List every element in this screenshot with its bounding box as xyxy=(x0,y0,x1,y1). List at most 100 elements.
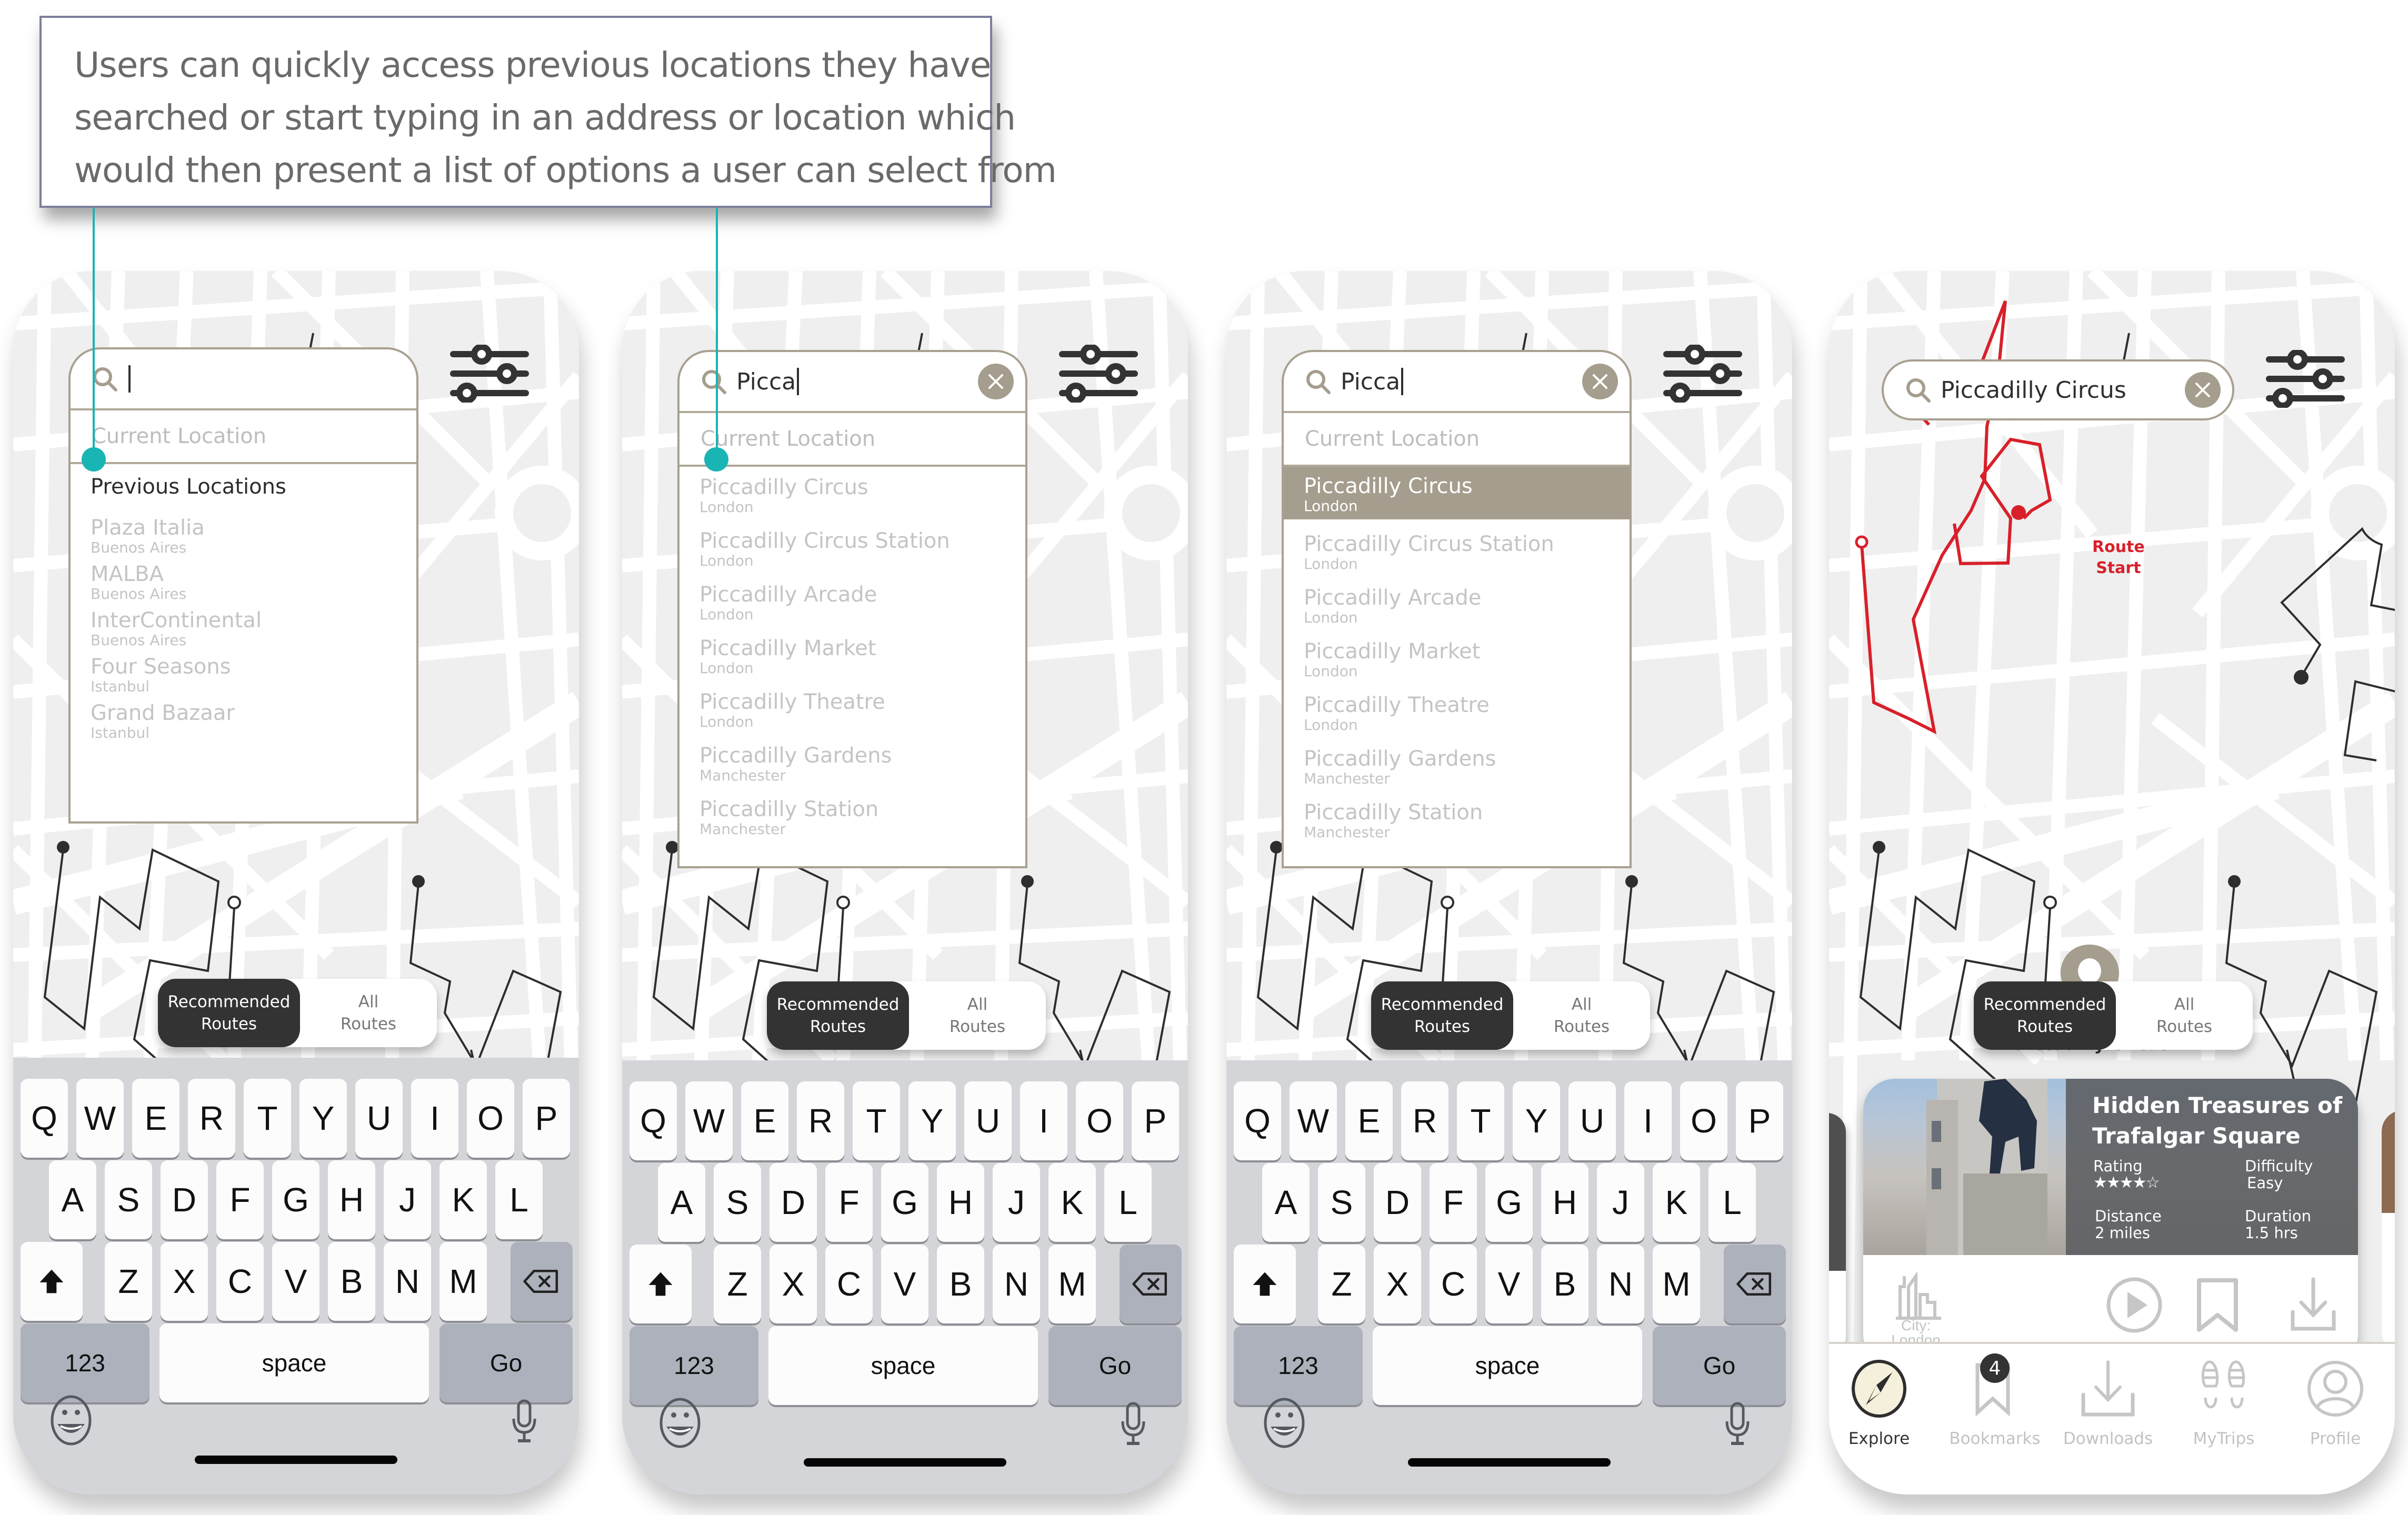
search-input[interactable]: Picca xyxy=(1284,352,1630,411)
key-r[interactable]: R xyxy=(1401,1081,1448,1160)
list-item[interactable]: Piccadilly Circus Station London xyxy=(680,526,1025,572)
shift-key[interactable] xyxy=(630,1245,692,1323)
list-item[interactable]: Piccadilly Gardens Manchester xyxy=(1284,744,1630,790)
microphone-icon[interactable] xyxy=(512,1399,537,1443)
key-m[interactable]: M xyxy=(1048,1245,1096,1323)
recommended-routes-tab[interactable]: Recommended Routes xyxy=(1974,981,2116,1050)
key-q[interactable]: Q xyxy=(630,1081,677,1160)
delete-key[interactable] xyxy=(1120,1245,1182,1323)
key-f[interactable]: F xyxy=(216,1160,264,1239)
bookmark-icon[interactable] xyxy=(2195,1277,2240,1333)
key-k[interactable]: K xyxy=(1653,1163,1700,1242)
key-m[interactable]: M xyxy=(439,1242,487,1321)
search-input[interactable]: Picca xyxy=(680,352,1025,411)
list-item[interactable]: Piccadilly Market London xyxy=(1284,636,1630,683)
key-i[interactable]: I xyxy=(411,1079,458,1158)
list-item[interactable]: MALBA Buenos Aires xyxy=(71,559,416,605)
list-item[interactable]: Piccadilly Circus London xyxy=(680,472,1025,518)
key-g[interactable]: G xyxy=(272,1160,319,1239)
go-key[interactable]: Go xyxy=(439,1323,573,1402)
key-z[interactable]: Z xyxy=(105,1242,152,1321)
all-routes-tab[interactable]: All Routes xyxy=(300,979,437,1047)
list-item[interactable]: Four Seasons Istanbul xyxy=(71,651,416,698)
key-o[interactable]: O xyxy=(1680,1081,1727,1160)
recommended-routes-tab[interactable]: Recommended Routes xyxy=(767,981,909,1050)
key-h[interactable]: H xyxy=(328,1160,375,1239)
key-s[interactable]: S xyxy=(1318,1163,1365,1242)
route-card[interactable]: Hidden Treasures of Trafalgar Square Rat… xyxy=(1863,1079,2358,1366)
key-z[interactable]: Z xyxy=(1318,1245,1365,1323)
key-u[interactable]: U xyxy=(1568,1081,1616,1160)
key-f[interactable]: F xyxy=(825,1163,873,1242)
play-icon[interactable] xyxy=(2105,1276,2163,1334)
key-w[interactable]: W xyxy=(76,1079,124,1158)
clear-search-button[interactable] xyxy=(978,364,1014,399)
key-p[interactable]: P xyxy=(1736,1081,1783,1160)
key-k[interactable]: K xyxy=(439,1160,487,1239)
key-j[interactable]: J xyxy=(1597,1163,1644,1242)
previous-route-card[interactable] xyxy=(1829,1113,1846,1355)
key-c[interactable]: C xyxy=(825,1245,873,1323)
search-input[interactable] xyxy=(71,349,416,408)
key-a[interactable]: A xyxy=(49,1160,96,1239)
key-j[interactable]: J xyxy=(384,1160,431,1239)
home-indicator[interactable] xyxy=(195,1456,397,1464)
current-location-option[interactable]: Current Location xyxy=(680,413,1025,465)
key-l[interactable]: L xyxy=(495,1160,543,1239)
next-route-card[interactable] xyxy=(2382,1110,2395,1352)
key-h[interactable]: H xyxy=(937,1163,984,1242)
key-u[interactable]: U xyxy=(964,1081,1012,1160)
all-routes-tab[interactable]: All Routes xyxy=(909,981,1046,1050)
key-b[interactable]: B xyxy=(1541,1245,1588,1323)
list-item[interactable]: Piccadilly Arcade London xyxy=(1284,583,1630,629)
key-e[interactable]: E xyxy=(741,1081,788,1160)
go-key[interactable]: Go xyxy=(1653,1326,1786,1405)
key-d[interactable]: D xyxy=(770,1163,817,1242)
key-p[interactable]: P xyxy=(523,1079,570,1158)
space-key[interactable]: space xyxy=(159,1323,429,1402)
key-a[interactable]: A xyxy=(1262,1163,1310,1242)
key-r[interactable]: R xyxy=(797,1081,844,1160)
filter-icon[interactable] xyxy=(2266,350,2345,408)
key-y[interactable]: Y xyxy=(299,1079,347,1158)
key-k[interactable]: K xyxy=(1048,1163,1096,1242)
tab-profile[interactable]: Profile xyxy=(2283,1344,2388,1476)
key-t[interactable]: T xyxy=(1457,1081,1504,1160)
download-icon[interactable] xyxy=(2290,1277,2337,1333)
key-i[interactable]: I xyxy=(1624,1081,1672,1160)
key-g[interactable]: G xyxy=(881,1163,928,1242)
key-m[interactable]: M xyxy=(1653,1245,1700,1323)
key-r[interactable]: R xyxy=(188,1079,235,1158)
space-key[interactable]: space xyxy=(1373,1326,1642,1405)
numbers-key[interactable]: 123 xyxy=(1234,1326,1363,1405)
key-u[interactable]: U xyxy=(355,1079,403,1158)
key-t[interactable]: T xyxy=(244,1079,291,1158)
key-h[interactable]: H xyxy=(1541,1163,1588,1242)
key-c[interactable]: C xyxy=(216,1242,264,1321)
recommended-routes-tab[interactable]: Recommended Routes xyxy=(158,979,300,1047)
key-j[interactable]: J xyxy=(993,1163,1040,1242)
list-item[interactable]: Piccadilly Station Manchester xyxy=(1284,797,1630,844)
home-indicator[interactable] xyxy=(804,1458,1006,1467)
numbers-key[interactable]: 123 xyxy=(630,1326,758,1405)
microphone-icon[interactable] xyxy=(1725,1401,1750,1446)
shift-key[interactable] xyxy=(21,1242,83,1321)
key-l[interactable]: L xyxy=(1708,1163,1756,1242)
clear-search-button[interactable] xyxy=(1582,364,1618,399)
key-o[interactable]: O xyxy=(1076,1081,1123,1160)
numbers-key[interactable]: 123 xyxy=(21,1323,149,1402)
emoji-icon[interactable] xyxy=(50,1394,92,1446)
list-item[interactable]: Piccadilly Arcade London xyxy=(680,579,1025,626)
key-v[interactable]: V xyxy=(272,1242,319,1321)
key-d[interactable]: D xyxy=(161,1160,208,1239)
key-y[interactable]: Y xyxy=(908,1081,956,1160)
emoji-icon[interactable] xyxy=(659,1397,701,1449)
key-a[interactable]: A xyxy=(658,1163,705,1242)
key-q[interactable]: Q xyxy=(1234,1081,1281,1160)
key-e[interactable]: E xyxy=(1345,1081,1393,1160)
list-item[interactable]: InterContinental Buenos Aires xyxy=(71,605,416,651)
key-b[interactable]: B xyxy=(937,1245,984,1323)
list-item[interactable]: Piccadilly Gardens Manchester xyxy=(680,740,1025,787)
key-v[interactable]: V xyxy=(1485,1245,1533,1323)
list-item[interactable]: Piccadilly Theatre London xyxy=(1284,690,1630,736)
